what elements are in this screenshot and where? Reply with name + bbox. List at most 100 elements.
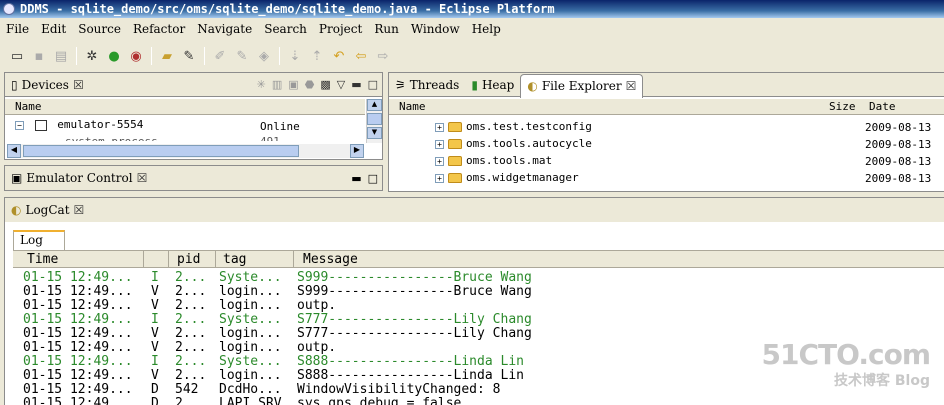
emulator-tab-header: ▣ Emulator Control ☒ ▬ □	[5, 166, 382, 190]
log-time: 01-15 12:49...	[23, 354, 133, 369]
annotation-icon[interactable]: ✐	[209, 46, 231, 66]
collapse-icon[interactable]: −	[15, 120, 24, 130]
menu-refactor[interactable]: Refactor	[127, 20, 191, 38]
menu-navigate[interactable]: Navigate	[191, 20, 258, 38]
scroll-right-icon[interactable]: ▶	[350, 144, 364, 158]
log-tag: login...	[219, 326, 282, 341]
menu-edit[interactable]: Edit	[35, 20, 72, 38]
tab-heap[interactable]: ▮ Heap	[465, 74, 520, 96]
log-level: V	[151, 284, 159, 299]
column-name[interactable]: Name	[399, 99, 426, 114]
device-status: Online	[260, 120, 300, 133]
folder-icon	[448, 139, 462, 149]
log-message: outp.	[297, 340, 337, 355]
maximize-icon[interactable]: □	[368, 78, 378, 91]
watermark: 51CTO.com	[761, 338, 931, 371]
expand-icon[interactable]: +	[435, 173, 444, 183]
main-toolbar: ▭ ▪ ▤ ✲ ● ◉ ▰ ✎ ✐ ✎ ◈ ⇣ ⇡ ↶ ⇦ ⇨	[0, 42, 944, 70]
scroll-thumb[interactable]	[23, 145, 299, 157]
open-folder-icon[interactable]: ▰	[156, 46, 178, 66]
back-icon[interactable]: ⇦	[350, 46, 372, 66]
forward-icon[interactable]: ⇨	[372, 46, 394, 66]
log-message: S888----------------Linda Lin	[297, 354, 524, 369]
log-time: 01-15 12:49...	[23, 368, 133, 383]
log-pid: 2...	[175, 326, 207, 341]
edit-icon[interactable]: ✎	[231, 46, 253, 66]
prev-annotation-icon[interactable]: ⇡	[306, 46, 328, 66]
device-row[interactable]: − emulator-5554	[15, 118, 143, 131]
tab-file-explorer[interactable]: ◐ File Explorer ☒	[520, 73, 644, 98]
devices-tab-label: Devices	[21, 77, 69, 92]
heap-icon: ▮	[471, 77, 478, 92]
file-row[interactable]: + oms.widgetmanager	[435, 171, 579, 184]
column-pid[interactable]: pid	[177, 251, 200, 268]
log-time: 01-15 12:49...	[23, 326, 133, 341]
menu-search[interactable]: Search	[258, 20, 313, 38]
menu-source[interactable]: Source	[72, 20, 127, 38]
file-date: 2009-08-13	[865, 138, 932, 151]
column-date[interactable]: Date	[869, 99, 896, 114]
column-name[interactable]: Name	[15, 99, 42, 114]
tab-logcat[interactable]: ◐ LogCat ☒	[5, 199, 90, 221]
scroll-up-icon[interactable]: ▲	[367, 99, 382, 111]
pen-icon[interactable]: ✎	[178, 46, 200, 66]
vertical-scrollbar[interactable]: ▲ ▼	[366, 99, 382, 143]
expand-icon[interactable]: +	[435, 156, 444, 166]
minimize-icon[interactable]: ▬	[351, 172, 361, 185]
debug-icon[interactable]: ✲	[81, 46, 103, 66]
screen-capture-icon[interactable]: ▩	[320, 78, 330, 91]
stop-icon[interactable]: ⬣	[305, 78, 315, 91]
minimize-icon[interactable]: ▬	[351, 78, 361, 91]
tab-threads[interactable]: ⚞ Threads	[389, 74, 465, 96]
close-icon[interactable]: ☒	[626, 79, 637, 93]
process-pid: 491	[260, 135, 280, 141]
file-row[interactable]: + oms.test.testconfig	[435, 120, 592, 133]
gc-icon[interactable]: ▣	[288, 78, 298, 91]
menu-run[interactable]: Run	[368, 20, 405, 38]
close-icon[interactable]: ☒	[73, 78, 84, 92]
close-icon[interactable]: ☒	[74, 203, 85, 217]
log-message: S999----------------Bruce Wang	[297, 270, 532, 285]
file-explorer-column-header: Name Size Date	[389, 99, 944, 115]
menu-window[interactable]: Window	[405, 20, 466, 38]
scroll-down-icon[interactable]: ▼	[367, 127, 382, 139]
menu-help[interactable]: Help	[466, 20, 507, 38]
log-pid: 2...	[175, 396, 207, 405]
file-row[interactable]: + oms.tools.autocycle	[435, 137, 592, 150]
column-message[interactable]: Message	[303, 251, 358, 268]
column-time[interactable]: Time	[27, 251, 58, 268]
tab-devices[interactable]: ▯ Devices ☒	[5, 74, 90, 96]
menu-project[interactable]: Project	[313, 20, 368, 38]
maximize-icon[interactable]: □	[368, 172, 378, 185]
toolbar-separator	[151, 47, 152, 65]
log-subtab[interactable]: Log	[13, 230, 65, 250]
window-title-bar: DDMS - sqlite_demo/src/oms/sqlite_demo/s…	[0, 0, 944, 18]
file-row[interactable]: + oms.tools.mat	[435, 154, 552, 167]
tab-emulator-control[interactable]: ▣ Emulator Control ☒	[5, 167, 153, 189]
next-annotation-icon[interactable]: ⇣	[284, 46, 306, 66]
new-icon[interactable]: ▭	[6, 46, 28, 66]
column-tag[interactable]: tag	[223, 251, 246, 268]
run-icon[interactable]: ●	[103, 46, 125, 66]
external-tools-icon[interactable]: ◉	[125, 46, 147, 66]
last-edit-icon[interactable]: ↶	[328, 46, 350, 66]
phone-icon: ▯	[11, 77, 18, 92]
scroll-left-icon[interactable]: ◀	[7, 144, 21, 158]
debug-process-icon[interactable]: ✳	[257, 78, 266, 91]
log-message: sys.gps.debug = false	[297, 396, 462, 405]
file-explorer-tab-label: File Explorer	[541, 79, 622, 93]
log-time: 01-15 12:49...	[23, 382, 133, 397]
expand-icon[interactable]: +	[435, 122, 444, 132]
view-menu-icon[interactable]: ▽	[337, 78, 345, 91]
menu-file[interactable]: File	[0, 20, 35, 38]
update-heap-icon[interactable]: ▥	[272, 78, 282, 91]
print-icon[interactable]: ▤	[50, 46, 72, 66]
close-icon[interactable]: ☒	[137, 171, 148, 185]
watermark-sub: 技术博客 Blog	[834, 373, 930, 389]
expand-icon[interactable]: +	[435, 139, 444, 149]
column-size[interactable]: Size	[829, 99, 856, 114]
highlight-icon[interactable]: ◈	[253, 46, 275, 66]
horizontal-scrollbar[interactable]: ◀ ▶	[7, 144, 364, 158]
scroll-thumb[interactable]	[367, 113, 382, 125]
save-icon[interactable]: ▪	[28, 46, 50, 66]
